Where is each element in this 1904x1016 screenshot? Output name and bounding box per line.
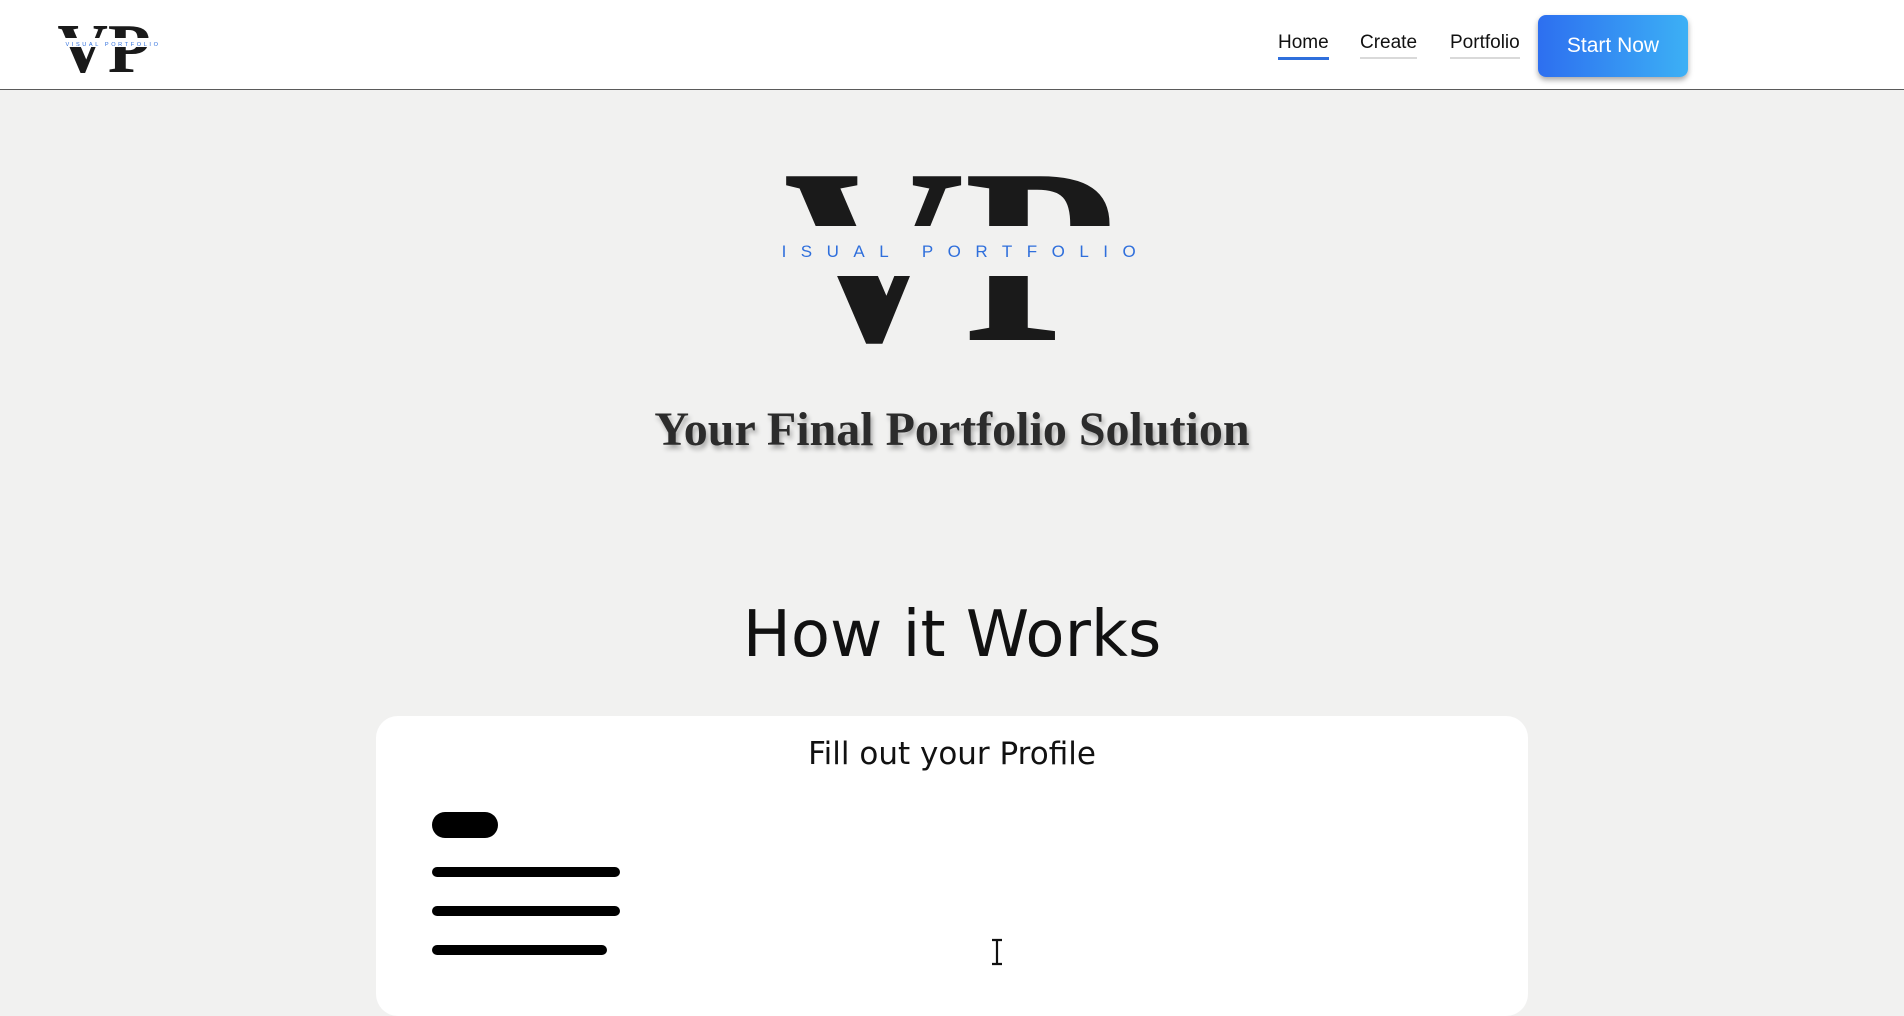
hero-logo-subtitle: VISUAL PORTFOLIO — [770, 242, 1136, 261]
profile-avatar-placeholder — [432, 812, 498, 838]
navbar: VP VISUAL PORTFOLIO Home Create Portfoli… — [0, 0, 1904, 90]
how-it-works-title: How it Works — [742, 598, 1162, 672]
hero-tagline: Your Final Portfolio Solution — [654, 403, 1250, 456]
hero-logo: VP VISUAL PORTFOLIO — [770, 150, 1136, 350]
profile-line-placeholder — [432, 906, 620, 916]
nav-logo-subtitle: VISUAL PORTFOLIO — [65, 42, 160, 48]
card-title: Fill out your Profile — [808, 736, 1096, 772]
nav-link-portfolio[interactable]: Portfolio — [1450, 32, 1520, 59]
nav-link-home[interactable]: Home — [1278, 32, 1329, 60]
profile-line-placeholder — [432, 945, 607, 955]
text-cursor-icon — [992, 938, 1002, 966]
nav-link-create[interactable]: Create — [1360, 32, 1418, 59]
nav-logo[interactable]: VP VISUAL PORTFOLIO — [56, 10, 170, 78]
profile-step-card: Fill out your Profile — [376, 716, 1528, 1016]
profile-line-placeholder — [432, 867, 620, 877]
start-now-button[interactable]: Start Now — [1538, 15, 1688, 77]
